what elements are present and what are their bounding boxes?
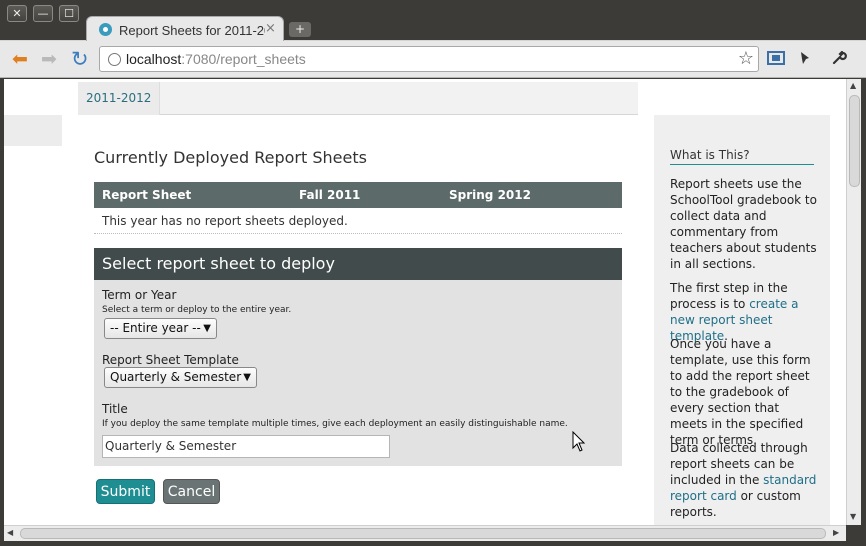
dropdown-arrow-icon: ▼ bbox=[203, 323, 211, 334]
sidebar-paragraph: The first step in the process is to crea… bbox=[670, 280, 818, 344]
table-row: This year has no report sheets deployed. bbox=[94, 208, 622, 234]
sidebar-paragraph: Once you have a template, use this form … bbox=[670, 337, 811, 447]
left-nav-stub bbox=[4, 115, 62, 146]
window-maximize-button[interactable]: ☐ bbox=[59, 5, 79, 22]
url-host: localhost bbox=[126, 51, 182, 67]
sidebar-title: What is This? bbox=[670, 148, 814, 165]
deployed-heading: Currently Deployed Report Sheets bbox=[94, 148, 367, 167]
minimize-icon: — bbox=[37, 7, 49, 20]
column-header: Fall 2011 bbox=[299, 188, 361, 202]
column-header: Spring 2012 bbox=[449, 188, 531, 202]
close-icon: ✕ bbox=[12, 7, 22, 20]
fit-window-icon[interactable] bbox=[767, 50, 785, 70]
tab-title: Report Sheets for 2011-2012 bbox=[119, 23, 265, 38]
back-arrow-icon[interactable]: ⬅ bbox=[12, 49, 28, 69]
page-info-icon[interactable] bbox=[108, 53, 121, 66]
sidebar-paragraph: Report sheets use the SchoolTool gradebo… bbox=[670, 177, 817, 271]
template-label: Report Sheet Template bbox=[102, 353, 239, 367]
title-hint: If you deploy the same template multiple… bbox=[102, 419, 568, 429]
help-sidebar: What is This? Report sheets use the Scho… bbox=[654, 115, 830, 525]
term-label: Term or Year bbox=[102, 288, 177, 302]
horizontal-scroll-thumb[interactable] bbox=[20, 528, 826, 539]
term-select-value: -- Entire year -- bbox=[110, 321, 201, 335]
term-select[interactable]: -- Entire year -- ▼ bbox=[104, 318, 217, 339]
scroll-left-icon[interactable]: ◀ bbox=[7, 528, 13, 537]
scroll-up-icon[interactable]: ▲ bbox=[850, 81, 856, 90]
sidebar-paragraph: Data collected through report sheets can… bbox=[670, 440, 818, 520]
submit-button[interactable]: Submit bbox=[96, 479, 155, 504]
url-text: localhost:7080/report_sheets bbox=[126, 51, 306, 67]
vertical-scrollbar[interactable]: ▲ ▼ bbox=[846, 79, 861, 525]
term-hint: Select a term or deploy to the entire ye… bbox=[102, 305, 292, 315]
main-panel: Currently Deployed Report Sheets Report … bbox=[78, 115, 638, 525]
horizontal-scrollbar[interactable]: ◀ ▶ bbox=[4, 525, 846, 541]
template-select[interactable]: Quarterly & Semester ▼ bbox=[104, 367, 257, 388]
dropdown-arrow-icon: ▼ bbox=[243, 372, 251, 383]
main-content: 2011-2012 Currently Deployed Report Shee… bbox=[78, 82, 638, 525]
browser-toolbar: ⬅ ➡ ↻ localhost:7080/report_sheets ☆ bbox=[0, 41, 866, 78]
scroll-down-icon[interactable]: ▼ bbox=[850, 512, 856, 521]
maximize-icon: ☐ bbox=[64, 7, 74, 20]
mouse-cursor-icon bbox=[572, 431, 586, 452]
address-bar[interactable]: localhost:7080/report_sheets ☆ bbox=[99, 46, 759, 72]
scroll-right-icon[interactable]: ▶ bbox=[833, 528, 839, 537]
table-header: Report Sheet Fall 2011 Spring 2012 bbox=[94, 182, 622, 208]
column-header: Report Sheet bbox=[102, 188, 192, 202]
forward-arrow-icon[interactable]: ➡ bbox=[41, 49, 57, 69]
form-heading: Select report sheet to deploy bbox=[94, 248, 622, 280]
tab-2011-2012[interactable]: 2011-2012 bbox=[78, 82, 161, 115]
template-select-value: Quarterly & Semester bbox=[110, 370, 242, 384]
deploy-form: Select report sheet to deploy Term or Ye… bbox=[94, 248, 622, 466]
page-viewport: 2011-2012 Currently Deployed Report Shee… bbox=[4, 79, 846, 525]
bookmark-star-icon[interactable]: ☆ bbox=[738, 48, 754, 69]
window-titlebar: ✕ — ☐ Report Sheets for 2011-2012 × + bbox=[0, 0, 866, 42]
wrench-icon[interactable] bbox=[831, 50, 847, 70]
title-input[interactable]: Quarterly & Semester bbox=[102, 435, 390, 458]
window-close-button[interactable]: ✕ bbox=[7, 5, 27, 22]
pin-icon[interactable] bbox=[797, 50, 813, 70]
vertical-scroll-thumb[interactable] bbox=[849, 95, 860, 187]
browser-tab[interactable]: Report Sheets for 2011-2012 × bbox=[86, 16, 284, 42]
schooltool-favicon-icon bbox=[99, 23, 112, 36]
url-path: :7080/report_sheets bbox=[181, 51, 306, 67]
deployed-table: Report Sheet Fall 2011 Spring 2012 This … bbox=[94, 182, 622, 234]
year-tab-bar: 2011-2012 bbox=[78, 82, 638, 115]
browser-chrome: ✕ — ☐ Report Sheets for 2011-2012 × + ⬅ … bbox=[0, 0, 866, 78]
tab-close-icon[interactable]: × bbox=[265, 21, 276, 36]
window-minimize-button[interactable]: — bbox=[33, 5, 53, 22]
empty-message: This year has no report sheets deployed. bbox=[102, 214, 348, 228]
reload-icon[interactable]: ↻ bbox=[71, 49, 89, 70]
cancel-button[interactable]: Cancel bbox=[163, 479, 220, 504]
title-label: Title bbox=[102, 402, 128, 416]
new-tab-button[interactable]: + bbox=[289, 22, 311, 37]
